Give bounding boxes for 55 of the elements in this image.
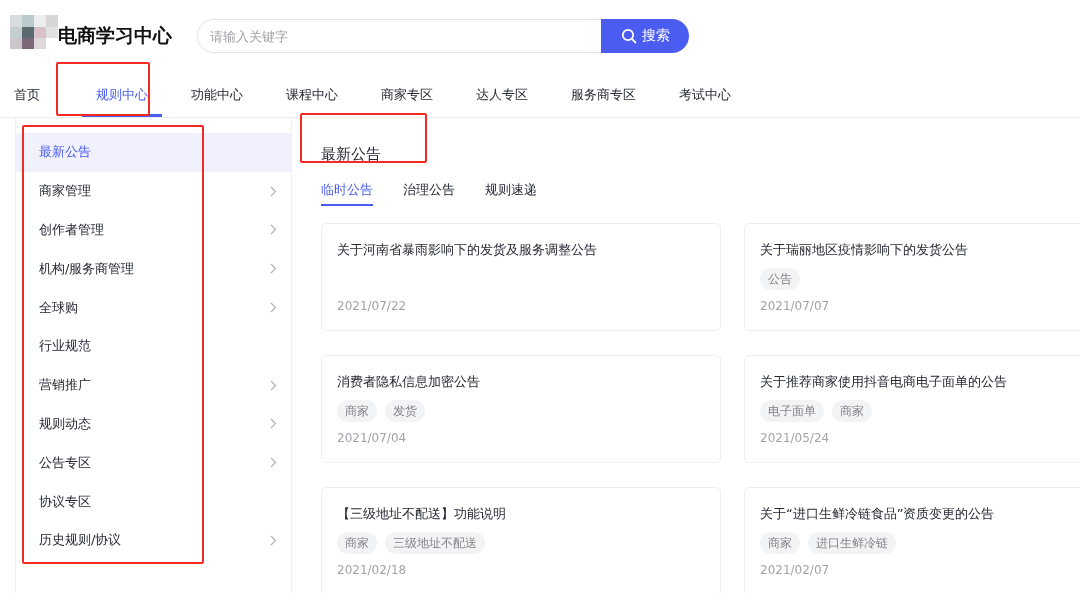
tag: 商家 (832, 400, 872, 422)
tag: 三级地址不配送 (385, 532, 485, 554)
announcement-card[interactable]: 消费者隐私信息加密公告 商家 发货 2021/07/04 (321, 355, 721, 463)
nav-tab[interactable]: 规则中心 (82, 72, 162, 117)
announcement-date: 2021/07/22 (337, 299, 408, 313)
section-title: 最新公告 (321, 145, 382, 164)
nav-tab[interactable]: 功能中心 (177, 72, 257, 117)
announcement-date: 2021/02/18 (337, 563, 408, 577)
sidebar-item[interactable]: 规则动态 (16, 404, 291, 444)
announcement-date: 2021/05/24 (760, 431, 831, 445)
tag: 进口生鲜冷链 (808, 532, 896, 554)
announcement-title: 关于瑞丽地区疫情影响下的发货公告 (760, 241, 969, 259)
category-tab[interactable]: 治理公告 (403, 181, 455, 206)
tag: 电子面单 (760, 400, 824, 422)
announcement-card[interactable]: 关于瑞丽地区疫情影响下的发货公告 公告 2021/07/07 (744, 223, 1080, 331)
search-button[interactable]: 搜索 (601, 19, 689, 53)
sidebar-item[interactable]: 创作者管理 (16, 210, 291, 250)
announcement-card[interactable]: 关于“进口生鲜冷链食品”资质变更的公告 商家 进口生鲜冷链 2021/02/07 (744, 487, 1080, 593)
announcement-title: 关于推荐商家使用抖音电商电子面单的公告 (760, 373, 1008, 391)
sidebar-item[interactable]: 公告专区 (16, 443, 291, 483)
tag: 商家 (337, 532, 377, 554)
nav-tab[interactable]: 首页 (0, 72, 54, 117)
tag: 公告 (760, 268, 800, 290)
announcement-date: 2021/07/04 (337, 431, 408, 445)
sidebar-item[interactable]: 机构/服务商管理 (16, 249, 291, 289)
sidebar-item[interactable]: 历史规则/协议 (16, 520, 291, 560)
sidebar-item[interactable]: 营销推广 (16, 365, 291, 405)
site-name: 电商学习中心 (58, 23, 172, 48)
category-tab[interactable]: 临时公告 (321, 181, 373, 206)
nav-tab[interactable]: 考试中心 (665, 72, 745, 117)
tag: 发货 (385, 400, 425, 422)
sidebar-item[interactable]: 全球购 (16, 288, 291, 327)
nav-tab[interactable]: 课程中心 (272, 72, 352, 117)
search-icon (620, 28, 637, 44)
nav-tab[interactable]: 服务商专区 (557, 72, 650, 117)
nav-tab[interactable]: 达人专区 (462, 72, 542, 117)
announcement-title: 关于“进口生鲜冷链食品”资质变更的公告 (760, 505, 996, 523)
sidebar-item[interactable]: 商家管理 (16, 171, 291, 211)
announcement-date: 2021/07/07 (760, 299, 831, 313)
announcement-title: 消费者隐私信息加密公告 (337, 373, 481, 391)
announcement-card[interactable]: 关于河南省暴雨影响下的发货及服务调整公告 2021/07/22 (321, 223, 721, 331)
logo-icon (10, 15, 60, 49)
announcement-title: 【三级地址不配送】功能说明 (337, 505, 507, 523)
tag: 商家 (760, 532, 800, 554)
sidebar-item[interactable]: 协议专区 (16, 482, 291, 521)
announcement-title: 关于河南省暴雨影响下的发货及服务调整公告 (337, 241, 598, 259)
announcement-date: 2021/02/07 (760, 563, 831, 577)
sidebar-item[interactable]: 行业规范 (16, 327, 291, 366)
announcement-card[interactable]: 关于推荐商家使用抖音电商电子面单的公告 电子面单 商家 2021/05/24 (744, 355, 1080, 463)
nav-tab[interactable]: 商家专区 (367, 72, 447, 117)
sidebar-item[interactable]: 最新公告 (16, 133, 291, 172)
category-tab[interactable]: 规则速递 (485, 181, 537, 206)
search-field[interactable]: 请输入关键字 (197, 19, 601, 53)
tag: 商家 (337, 400, 377, 422)
announcement-card[interactable]: 【三级地址不配送】功能说明 商家 三级地址不配送 2021/02/18 (321, 487, 721, 593)
